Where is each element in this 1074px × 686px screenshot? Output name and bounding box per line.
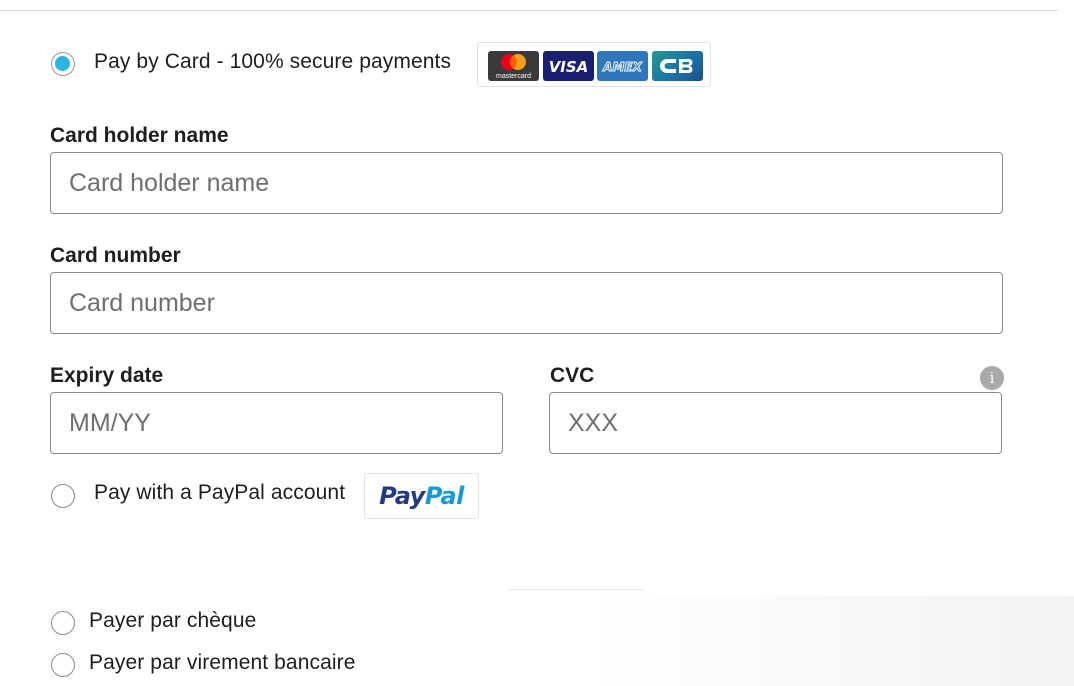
cb-logo-icon: CB xyxy=(652,51,703,81)
card-number-input[interactable] xyxy=(50,272,1003,334)
paypal-logo-pal: Pal xyxy=(424,482,464,510)
amex-logo-icon: AMEX xyxy=(597,51,648,81)
bank-transfer-radio[interactable] xyxy=(51,653,75,677)
visa-text: VISA xyxy=(549,58,589,76)
card-holder-input[interactable] xyxy=(50,152,1003,214)
info-icon[interactable]: i xyxy=(980,366,1004,390)
paypal-option-label[interactable]: Pay with a PayPal account xyxy=(94,481,345,505)
top-divider xyxy=(0,10,1059,11)
amex-text: AMEX xyxy=(602,60,642,74)
card-number-label: Card number xyxy=(50,244,181,267)
paypal-radio[interactable] xyxy=(51,484,75,508)
expiry-date-input[interactable] xyxy=(50,392,503,454)
mastercard-text: mastercard xyxy=(496,73,531,80)
card-radio[interactable] xyxy=(51,52,75,76)
card-option-label[interactable]: Pay by Card - 100% secure payments xyxy=(94,50,451,74)
expiry-date-label: Expiry date xyxy=(50,364,164,387)
payment-method-panel: Pay by Card - 100% secure payments maste… xyxy=(0,0,1074,686)
cheque-option-label[interactable]: Payer par chèque xyxy=(89,609,256,633)
paypal-logo-icon: PayPal xyxy=(364,473,479,519)
cheque-radio[interactable] xyxy=(51,611,75,635)
cvc-input[interactable] xyxy=(549,392,1002,454)
card-logos: mastercard VISA AMEX CB xyxy=(477,42,711,87)
visa-logo-icon: VISA xyxy=(543,51,594,81)
bank-transfer-option-label[interactable]: Payer par virement bancaire xyxy=(89,651,356,675)
mastercard-logo-icon: mastercard xyxy=(488,51,539,81)
card-holder-label: Card holder name xyxy=(50,124,229,147)
paypal-logo-pay: Pay xyxy=(379,482,425,510)
section-divider xyxy=(509,589,643,590)
cvc-label: CVC xyxy=(550,364,595,387)
